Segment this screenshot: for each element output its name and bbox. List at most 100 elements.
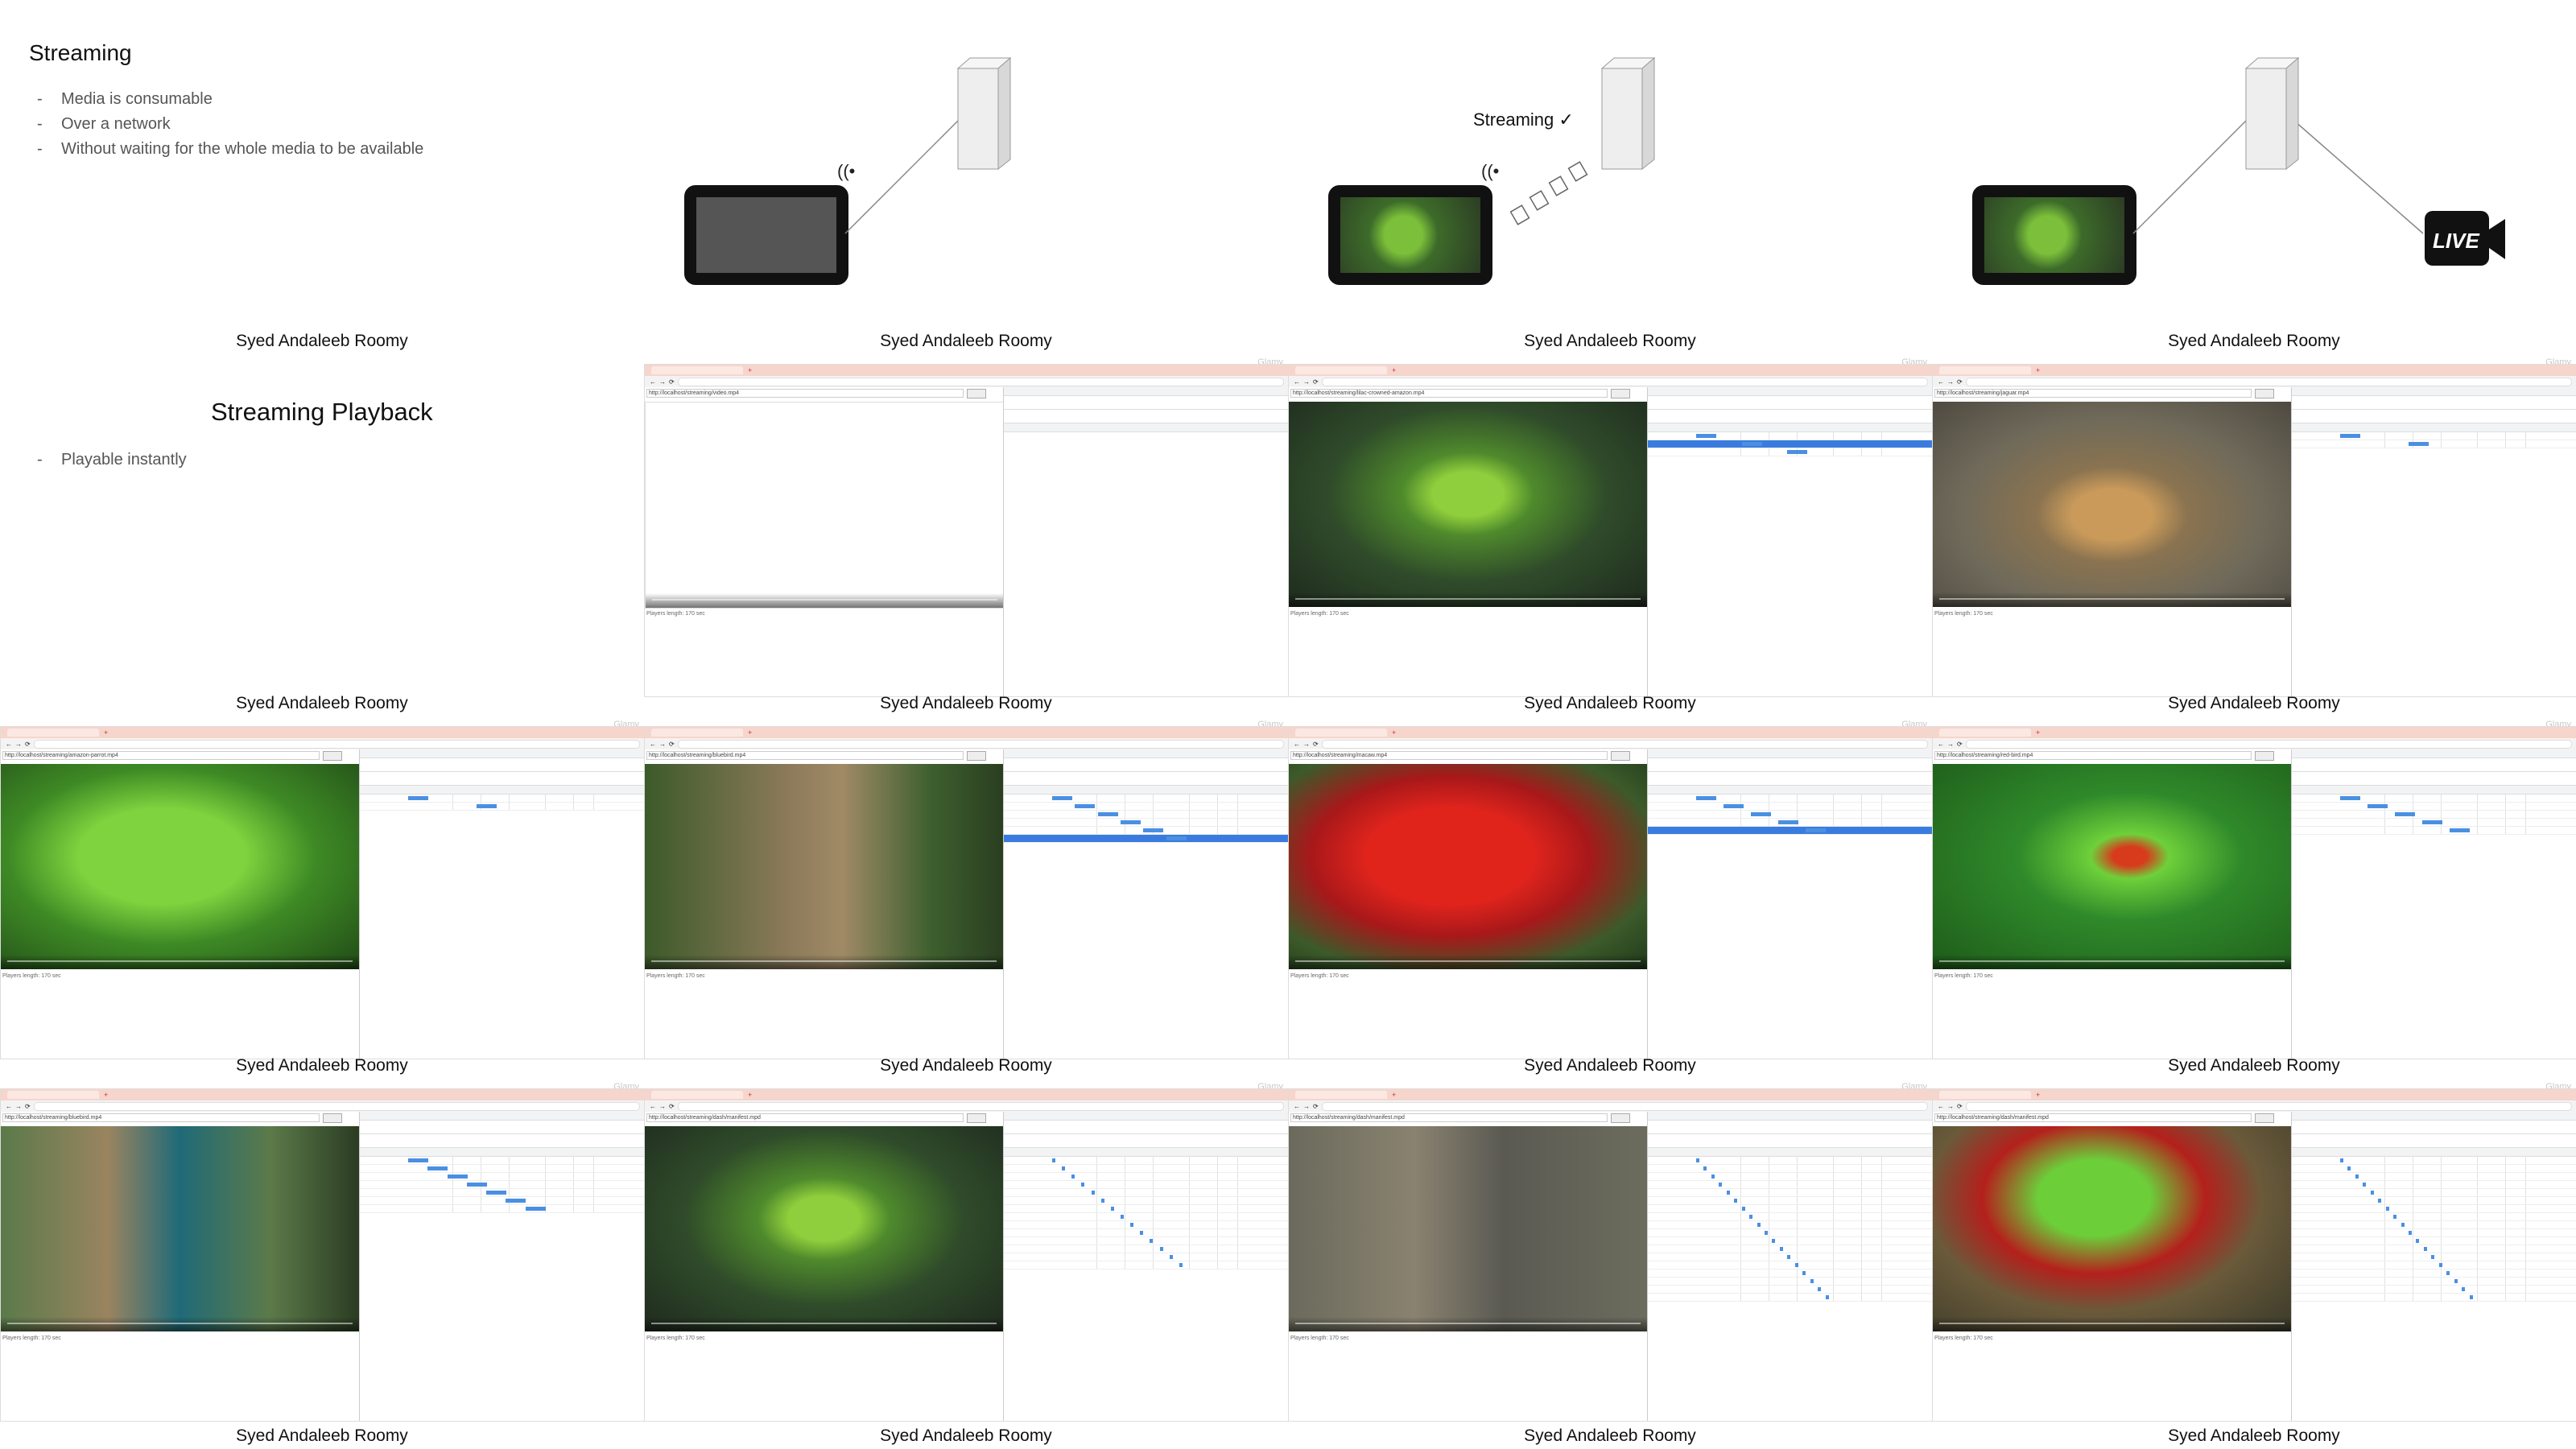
- network-toolbar[interactable]: [2292, 758, 2576, 772]
- network-request-row[interactable]: [2292, 1237, 2576, 1245]
- devtools-tabs[interactable]: [2292, 1112, 2576, 1121]
- video-player[interactable]: [1289, 764, 1647, 969]
- network-request-row[interactable]: [360, 1173, 644, 1181]
- back-icon[interactable]: ←: [1294, 378, 1300, 386]
- network-request-row[interactable]: [2292, 1213, 2576, 1221]
- browser-tab[interactable]: [1939, 729, 2031, 737]
- network-request-row[interactable]: [1648, 1173, 1932, 1181]
- video-player[interactable]: [645, 1126, 1003, 1331]
- url-bar[interactable]: [33, 1101, 640, 1111]
- video-url-input[interactable]: http://localhost/streaming/dash/manifest…: [1290, 1113, 1608, 1122]
- network-request-row[interactable]: [1004, 819, 1288, 827]
- network-request-row[interactable]: [1648, 811, 1932, 819]
- reload-icon[interactable]: ⟳: [669, 741, 675, 748]
- new-tab-icon[interactable]: +: [2036, 729, 2040, 737]
- network-request-row[interactable]: [1648, 1181, 1932, 1189]
- reload-icon[interactable]: ⟳: [669, 378, 675, 386]
- url-bar[interactable]: [1965, 739, 2572, 749]
- devtools-tabs[interactable]: [1004, 1112, 1288, 1121]
- network-request-row[interactable]: [2292, 1261, 2576, 1269]
- network-toolbar[interactable]: [1648, 1121, 1932, 1134]
- seek-bar[interactable]: [651, 960, 997, 962]
- video-url-input[interactable]: http://localhost/streaming/amazon-parrot…: [2, 751, 320, 760]
- network-request-row[interactable]: [1648, 1197, 1932, 1205]
- new-tab-icon[interactable]: +: [104, 729, 108, 737]
- network-request-row[interactable]: [2292, 1229, 2576, 1237]
- network-request-row[interactable]: [2292, 432, 2576, 440]
- network-request-row[interactable]: [1648, 1205, 1932, 1213]
- network-request-row[interactable]: [2292, 1205, 2576, 1213]
- back-icon[interactable]: ←: [650, 741, 656, 748]
- network-request-row[interactable]: [2292, 1157, 2576, 1165]
- reload-icon[interactable]: ⟳: [25, 741, 31, 748]
- url-bar[interactable]: [1321, 739, 1928, 749]
- network-request-row[interactable]: [1648, 1213, 1932, 1221]
- reload-icon[interactable]: ⟳: [669, 1103, 675, 1110]
- network-request-row[interactable]: [1004, 811, 1288, 819]
- network-request-row[interactable]: [2292, 1221, 2576, 1229]
- network-request-row[interactable]: [1004, 1253, 1288, 1261]
- network-request-row[interactable]: [2292, 1165, 2576, 1173]
- network-request-row[interactable]: [2292, 1294, 2576, 1302]
- network-request-row[interactable]: [1004, 1213, 1288, 1221]
- network-request-row[interactable]: [2292, 1245, 2576, 1253]
- network-request-row[interactable]: [2292, 811, 2576, 819]
- devtools-tabs[interactable]: [1004, 387, 1288, 396]
- back-icon[interactable]: ←: [6, 1103, 12, 1110]
- devtools-tabs[interactable]: [1648, 1112, 1932, 1121]
- network-request-row[interactable]: [2292, 827, 2576, 835]
- reload-icon[interactable]: ⟳: [1957, 1103, 1963, 1110]
- seek-bar[interactable]: [652, 599, 997, 601]
- new-tab-icon[interactable]: +: [1392, 1091, 1396, 1099]
- network-request-row[interactable]: [1648, 819, 1932, 827]
- video-player[interactable]: [1933, 764, 2291, 969]
- network-request-row[interactable]: [1648, 1237, 1932, 1245]
- video-url-input[interactable]: http://localhost/streaming/lilac-crowned…: [1290, 389, 1608, 398]
- play-button[interactable]: [1611, 1113, 1630, 1123]
- video-url-input[interactable]: http://localhost/streaming/video.mp4: [646, 389, 964, 398]
- play-button[interactable]: [967, 1113, 986, 1123]
- seek-bar[interactable]: [651, 1323, 997, 1324]
- network-request-row[interactable]: [1004, 1165, 1288, 1173]
- play-button[interactable]: [967, 389, 986, 398]
- video-player[interactable]: [1289, 402, 1647, 607]
- network-request-row[interactable]: [360, 1205, 644, 1213]
- devtools-tabs[interactable]: [1648, 387, 1932, 396]
- network-request-row[interactable]: [1004, 1237, 1288, 1245]
- forward-icon[interactable]: →: [659, 741, 666, 748]
- browser-tab[interactable]: [7, 1091, 99, 1099]
- network-request-row[interactable]: [2292, 795, 2576, 803]
- network-request-row[interactable]: [360, 795, 644, 803]
- network-request-row[interactable]: [1004, 795, 1288, 803]
- video-player[interactable]: [1, 764, 359, 969]
- forward-icon[interactable]: →: [659, 378, 666, 386]
- network-request-row[interactable]: [1648, 1157, 1932, 1165]
- play-button[interactable]: [323, 1113, 342, 1123]
- network-request-row[interactable]: [1648, 1221, 1932, 1229]
- seek-bar[interactable]: [1939, 598, 2285, 600]
- network-request-row[interactable]: [360, 1165, 644, 1173]
- back-icon[interactable]: ←: [650, 378, 656, 386]
- new-tab-icon[interactable]: +: [748, 729, 752, 737]
- url-bar[interactable]: [677, 377, 1284, 386]
- forward-icon[interactable]: →: [1303, 1103, 1310, 1110]
- network-toolbar[interactable]: [1004, 1121, 1288, 1134]
- network-request-row[interactable]: [360, 1181, 644, 1189]
- network-toolbar[interactable]: [1648, 396, 1932, 410]
- new-tab-icon[interactable]: +: [748, 366, 752, 374]
- browser-tab[interactable]: [7, 729, 99, 737]
- video-url-input[interactable]: http://localhost/streaming/red-bird.mp4: [1934, 751, 2252, 760]
- reload-icon[interactable]: ⟳: [1957, 741, 1963, 748]
- network-request-row[interactable]: [1004, 835, 1288, 843]
- new-tab-icon[interactable]: +: [1392, 366, 1396, 374]
- network-request-row[interactable]: [360, 1197, 644, 1205]
- network-toolbar[interactable]: [360, 1121, 644, 1134]
- back-icon[interactable]: ←: [1938, 378, 1944, 386]
- network-request-row[interactable]: [360, 1189, 644, 1197]
- play-button[interactable]: [1611, 389, 1630, 398]
- reload-icon[interactable]: ⟳: [1313, 741, 1319, 748]
- network-request-row[interactable]: [1004, 1205, 1288, 1213]
- network-toolbar[interactable]: [2292, 1121, 2576, 1134]
- network-request-row[interactable]: [1004, 1221, 1288, 1229]
- seek-bar[interactable]: [7, 960, 353, 962]
